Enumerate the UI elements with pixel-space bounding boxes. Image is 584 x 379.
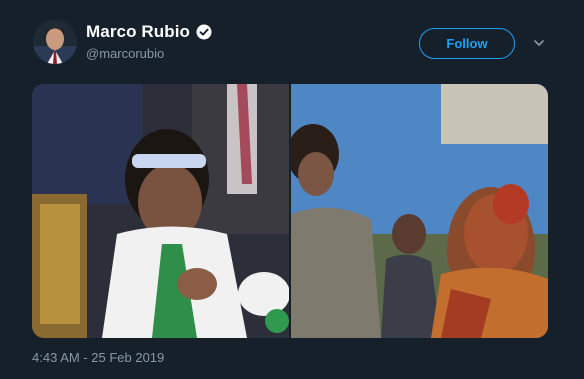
tweet-media[interactable] [32,84,548,338]
avatar[interactable] [33,20,77,64]
author-info: Marco Rubio @marcorubio [86,22,212,61]
author-handle[interactable]: @marcorubio [86,46,212,61]
author-name-row: Marco Rubio [86,22,212,42]
author-display-name[interactable]: Marco Rubio [86,22,190,42]
media-photo-right[interactable] [291,84,548,338]
follow-button[interactable]: Follow [419,28,515,59]
chevron-down-icon[interactable] [533,38,545,48]
media-photo-left[interactable] [32,84,289,338]
verified-badge-icon [196,24,212,40]
tweet-card: Marco Rubio @marcorubio Follow 4:43 AM -… [0,0,584,379]
tweet-timestamp[interactable]: 4:43 AM - 25 Feb 2019 [32,350,164,365]
